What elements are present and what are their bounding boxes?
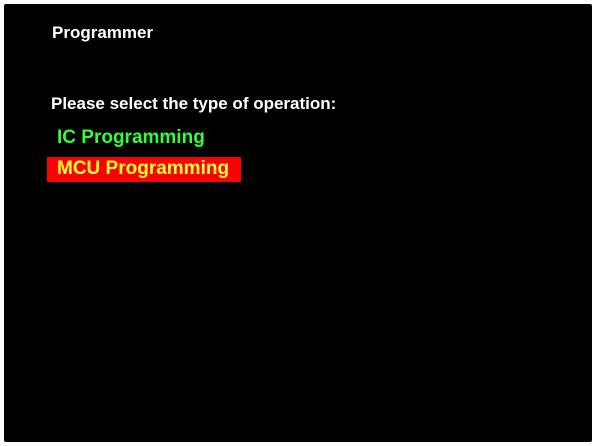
operation-prompt: Please select the type of operation: [51, 94, 337, 113]
programmer-screen: Programmer Please select the type of ope… [4, 4, 592, 442]
menu-item-ic-programming[interactable]: IC Programming [47, 126, 241, 151]
operation-menu: IC Programming MCU Programming [47, 126, 242, 188]
menu-item-mcu-programming[interactable]: MCU Programming [47, 157, 242, 182]
screen-title: Programmer [52, 23, 154, 42]
